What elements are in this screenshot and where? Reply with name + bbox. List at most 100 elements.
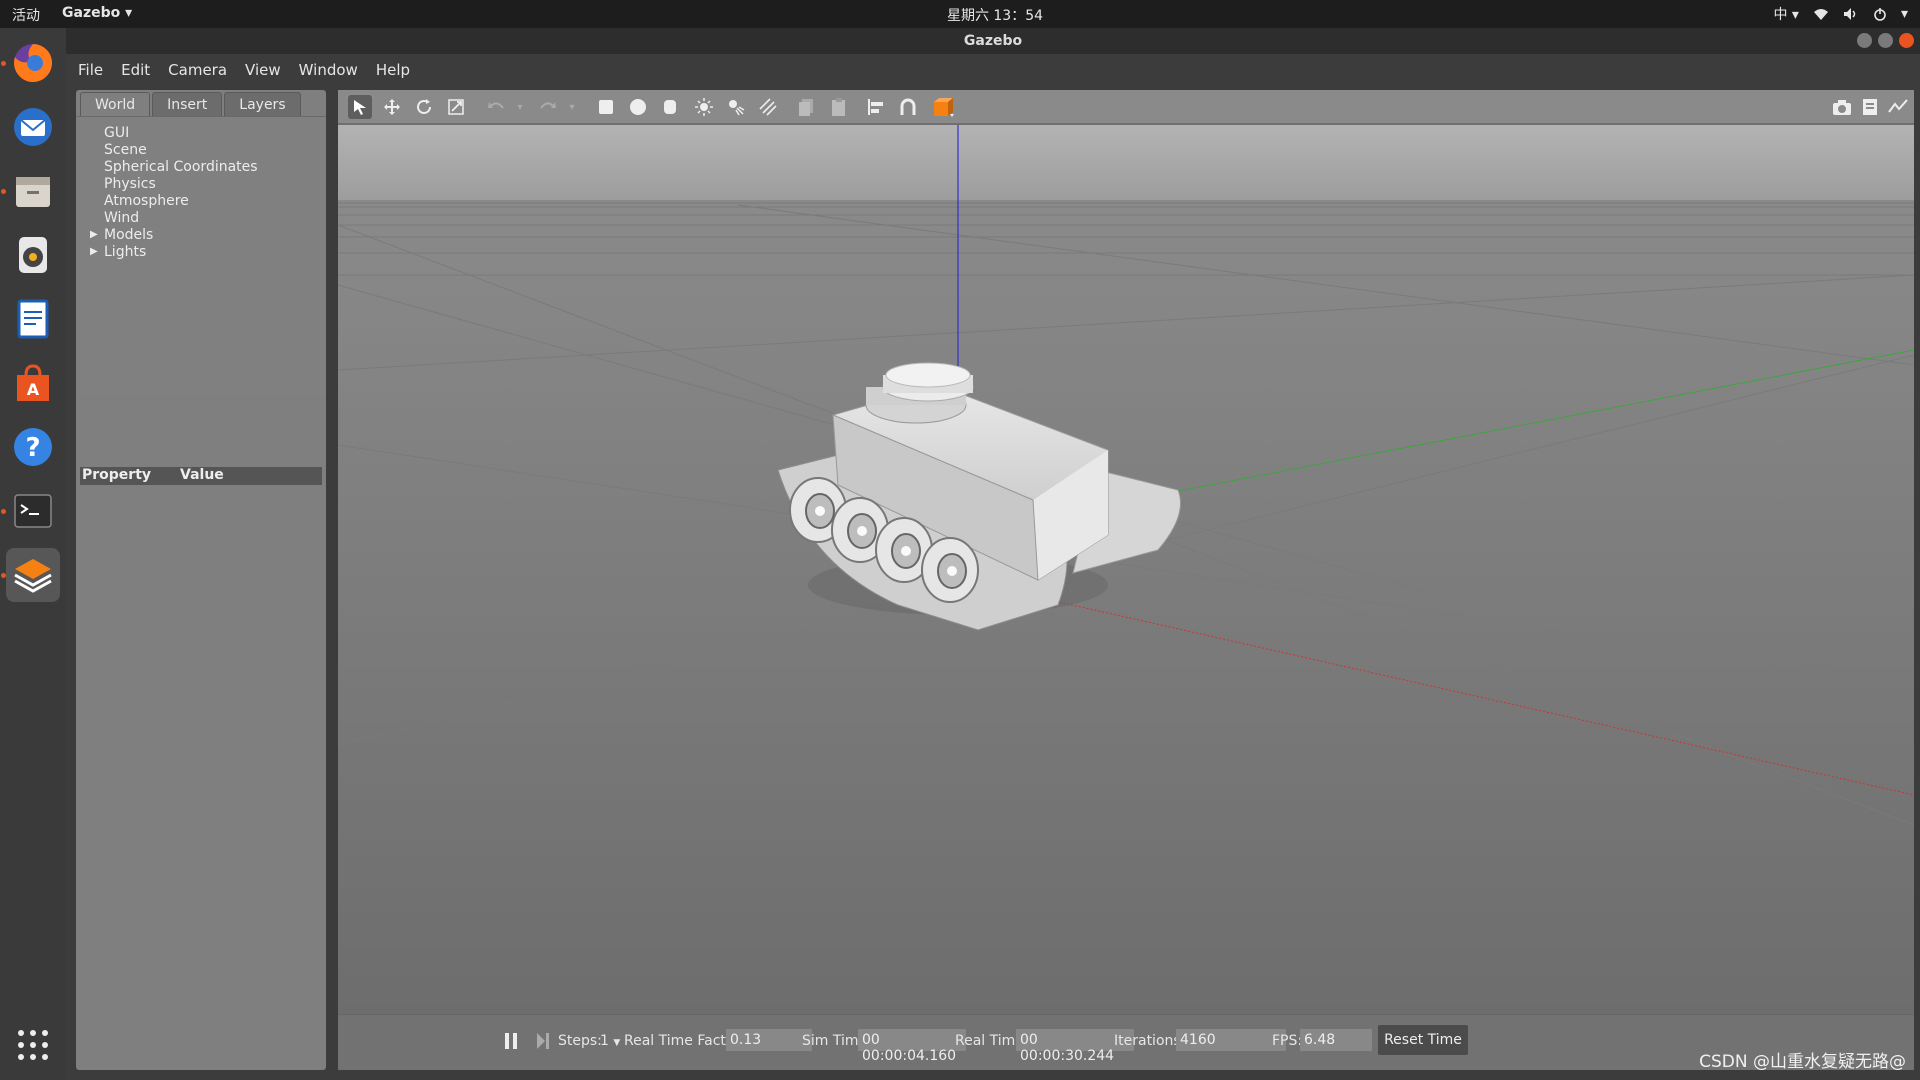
undo-icon[interactable]	[484, 95, 508, 119]
view-angle-icon[interactable]	[932, 95, 956, 119]
property-column-header[interactable]: Property	[80, 467, 180, 485]
maximize-button[interactable]	[1878, 33, 1893, 48]
clock[interactable]: 星期六 13：54	[0, 5, 1920, 25]
dock-files[interactable]	[6, 164, 60, 218]
steps-spinner[interactable]: 1 ▼	[600, 1033, 620, 1049]
translate-icon[interactable]	[380, 95, 404, 119]
dock-rhythmbox[interactable]	[6, 228, 60, 282]
menu-window[interactable]: Window	[299, 61, 358, 79]
pause-icon[interactable]	[504, 1033, 518, 1049]
world-tree: GUI Scene Spherical Coordinates Physics …	[76, 116, 326, 396]
step-icon[interactable]	[536, 1033, 550, 1049]
running-indicator	[1, 573, 6, 578]
spot-light-icon[interactable]	[724, 95, 748, 119]
help-icon: ?	[14, 428, 52, 466]
chevron-down-icon: ▾	[1900, 6, 1908, 22]
expand-arrow-icon[interactable]: ▶	[90, 246, 98, 257]
minimize-button[interactable]	[1857, 33, 1872, 48]
tree-item-models[interactable]: Models	[104, 227, 153, 243]
tree-item-spherical-coordinates[interactable]: Spherical Coordinates	[104, 159, 258, 175]
fps-label: FPS:	[1272, 1033, 1303, 1049]
dock-thunderbird[interactable]	[6, 100, 60, 154]
menu-file[interactable]: File	[78, 61, 103, 79]
expand-arrow-icon[interactable]: ▶	[90, 229, 98, 240]
chevron-down-icon: ▼	[613, 1038, 621, 1048]
dock-gazebo[interactable]	[6, 548, 60, 602]
gazebo-icon	[14, 559, 52, 593]
close-button[interactable]	[1899, 33, 1914, 48]
world-3d-scene[interactable]	[338, 125, 1914, 1014]
directional-light-icon[interactable]	[756, 95, 780, 119]
power-icon	[1874, 8, 1886, 21]
running-indicator	[1, 509, 6, 514]
box-icon[interactable]	[594, 95, 618, 119]
music-icon	[19, 237, 47, 273]
tab-insert[interactable]: Insert	[152, 92, 223, 117]
input-method-indicator[interactable]: 中 ▾	[1773, 4, 1798, 24]
dock-writer[interactable]	[6, 292, 60, 346]
undo-dropdown-icon[interactable]: ▾	[508, 95, 532, 119]
tree-item-atmosphere[interactable]: Atmosphere	[104, 193, 189, 209]
rotate-icon[interactable]	[412, 95, 436, 119]
fps-value: 6.48	[1300, 1029, 1372, 1051]
gazebo-window: Gazebo File Edit Camera View Window Help…	[66, 28, 1920, 1080]
tab-world[interactable]: World	[80, 92, 151, 117]
value-column-header[interactable]: Value	[180, 467, 224, 485]
menu-view[interactable]: View	[245, 61, 281, 79]
iterations-value: 4160	[1176, 1029, 1286, 1051]
tree-item-wind[interactable]: Wind	[104, 210, 139, 226]
iterations-label: Iterations:	[1114, 1033, 1186, 1049]
show-applications-button[interactable]	[6, 1018, 60, 1072]
redo-dropdown-icon[interactable]: ▾	[560, 95, 584, 119]
running-indicator	[1, 61, 6, 66]
apps-grid-icon	[18, 1030, 48, 1060]
cylinder-icon[interactable]	[658, 95, 682, 119]
dock-software[interactable]: A	[6, 356, 60, 410]
dock-firefox[interactable]	[6, 36, 60, 90]
system-top-bar: 活动 Gazebo ▾ 星期六 13：54 中 ▾ ▾	[0, 0, 1920, 28]
sim-time-value: 00 00:00:04.160	[858, 1029, 966, 1064]
volume-icon	[1843, 8, 1856, 20]
menu-camera[interactable]: Camera	[168, 61, 227, 79]
dock-terminal[interactable]	[6, 484, 60, 538]
menu-help[interactable]: Help	[376, 61, 410, 79]
wifi-icon	[1813, 9, 1828, 20]
firefox-icon	[14, 43, 53, 82]
svg-text:?: ?	[25, 433, 40, 463]
copy-icon[interactable]	[794, 95, 818, 119]
point-light-icon[interactable]	[692, 95, 716, 119]
snap-icon[interactable]	[896, 95, 920, 119]
select-arrow-icon[interactable]	[348, 95, 372, 119]
window-title: Gazebo	[963, 33, 1023, 49]
paste-icon[interactable]	[826, 95, 850, 119]
tree-item-physics[interactable]: Physics	[104, 176, 156, 192]
svg-text:A: A	[27, 380, 40, 399]
align-icon[interactable]	[864, 95, 888, 119]
tree-item-lights[interactable]: Lights	[104, 244, 146, 260]
watermark: CSDN @山重水复疑无路@	[1699, 1052, 1906, 1072]
redo-icon[interactable]	[536, 95, 560, 119]
terminal-icon	[14, 494, 52, 528]
steps-label: Steps:	[558, 1033, 602, 1049]
reset-time-button[interactable]: Reset Time	[1378, 1025, 1468, 1055]
dock-help[interactable]: ?	[6, 420, 60, 474]
tab-layers[interactable]: Layers	[224, 92, 301, 117]
render-viewport[interactable]: ▾ ▾	[338, 90, 1914, 1014]
window-controls	[1857, 33, 1914, 48]
steps-value: 1	[600, 1033, 609, 1049]
dock: A ?	[0, 28, 66, 1080]
property-table-header: Property Value	[80, 467, 322, 485]
log-icon[interactable]	[1858, 95, 1882, 119]
system-tray[interactable]: 中 ▾ ▾	[1773, 4, 1908, 24]
tree-item-gui[interactable]: GUI	[104, 125, 129, 141]
screenshot-icon[interactable]	[1830, 95, 1854, 119]
sphere-icon[interactable]	[626, 95, 650, 119]
scale-icon[interactable]	[444, 95, 468, 119]
plot-icon[interactable]	[1886, 95, 1910, 119]
tree-item-scene[interactable]: Scene	[104, 142, 147, 158]
running-indicator	[1, 189, 6, 194]
menu-edit[interactable]: Edit	[121, 61, 150, 79]
mail-icon	[14, 108, 52, 146]
left-panel: World Insert Layers GUI Scene Spherical …	[76, 90, 326, 1070]
window-titlebar[interactable]: Gazebo	[66, 28, 1920, 54]
